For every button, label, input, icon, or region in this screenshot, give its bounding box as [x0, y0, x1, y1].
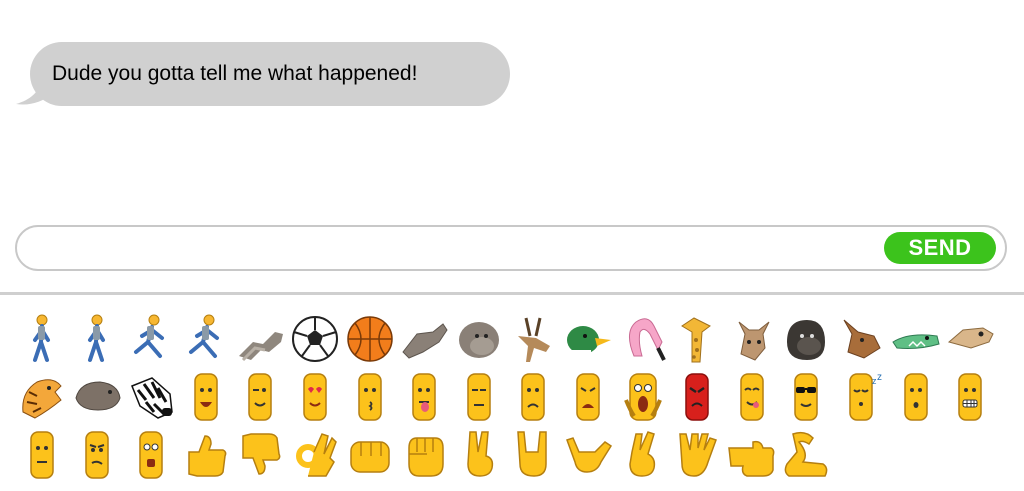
raised-fist-icon[interactable] [397, 428, 451, 482]
weary-face-icon[interactable] [561, 370, 615, 424]
person-walking-icon[interactable] [70, 312, 124, 366]
kangaroo-icon[interactable] [834, 312, 888, 366]
sleeping-face-icon[interactable]: zz [834, 370, 888, 424]
thumbs-up-icon[interactable] [179, 428, 233, 482]
incoming-message-bubble: Dude you gotta tell me what happened! [30, 42, 510, 106]
send-button[interactable]: SEND [884, 232, 996, 264]
fist-bump-icon[interactable] [397, 312, 451, 366]
meerkat-icon[interactable] [943, 312, 997, 366]
neutral-face-icon[interactable] [15, 428, 69, 482]
footprints-icon[interactable] [233, 312, 287, 366]
tongue-face-icon[interactable] [397, 370, 451, 424]
unamused-face-icon[interactable] [452, 370, 506, 424]
monkey-icon[interactable] [452, 312, 506, 366]
grinning-face-icon[interactable] [179, 370, 233, 424]
crocodile-icon[interactable] [889, 312, 943, 366]
flexed-arm-icon[interactable] [779, 428, 833, 482]
rock-hand-icon[interactable] [506, 428, 560, 482]
heart-eyes-face-icon[interactable] [288, 370, 342, 424]
message-input[interactable]: SEND [15, 225, 1007, 271]
duck-icon[interactable] [561, 312, 615, 366]
send-button-label: SEND [908, 235, 972, 260]
donkey-icon[interactable] [725, 312, 779, 366]
person-running-icon[interactable] [124, 312, 178, 366]
person-running-icon[interactable] [179, 312, 233, 366]
winking-face-icon[interactable] [233, 370, 287, 424]
flamingo-icon[interactable] [616, 312, 670, 366]
crossed-fingers-icon[interactable] [616, 428, 670, 482]
vulcan-salute-icon[interactable] [670, 428, 724, 482]
call-me-hand-icon[interactable] [561, 428, 615, 482]
pointing-hand-icon[interactable] [725, 428, 779, 482]
soccer-ball-icon[interactable] [288, 312, 342, 366]
grimacing-face-icon[interactable] [943, 370, 997, 424]
svg-text:z: z [877, 372, 882, 383]
basketball-icon[interactable] [343, 312, 397, 366]
hippo-icon[interactable] [70, 370, 124, 424]
shocked-face-icon[interactable] [124, 428, 178, 482]
screaming-face-icon[interactable] [616, 370, 670, 424]
thumbs-down-icon[interactable] [233, 428, 287, 482]
kissing-face-icon[interactable] [343, 370, 397, 424]
angry-face-icon[interactable] [670, 370, 724, 424]
yum-face-icon[interactable] [725, 370, 779, 424]
emoji-tray: zz [0, 300, 1024, 491]
antelope-icon[interactable] [506, 312, 560, 366]
fist-icon[interactable] [343, 428, 397, 482]
surprised-face-icon[interactable] [889, 370, 943, 424]
gorilla-icon[interactable] [779, 312, 833, 366]
tiger-icon[interactable] [15, 370, 69, 424]
victory-hand-icon[interactable] [452, 428, 506, 482]
ok-hand-icon[interactable] [288, 428, 342, 482]
incoming-message-text: Dude you gotta tell me what happened! [52, 62, 418, 85]
skeptical-face-icon[interactable] [70, 428, 124, 482]
worried-face-icon[interactable] [506, 370, 560, 424]
person-walking-icon[interactable] [15, 312, 69, 366]
keyboard-divider [0, 292, 1024, 295]
zebra-icon[interactable] [124, 370, 178, 424]
sunglasses-face-icon[interactable] [779, 370, 833, 424]
giraffe-icon[interactable] [670, 312, 724, 366]
